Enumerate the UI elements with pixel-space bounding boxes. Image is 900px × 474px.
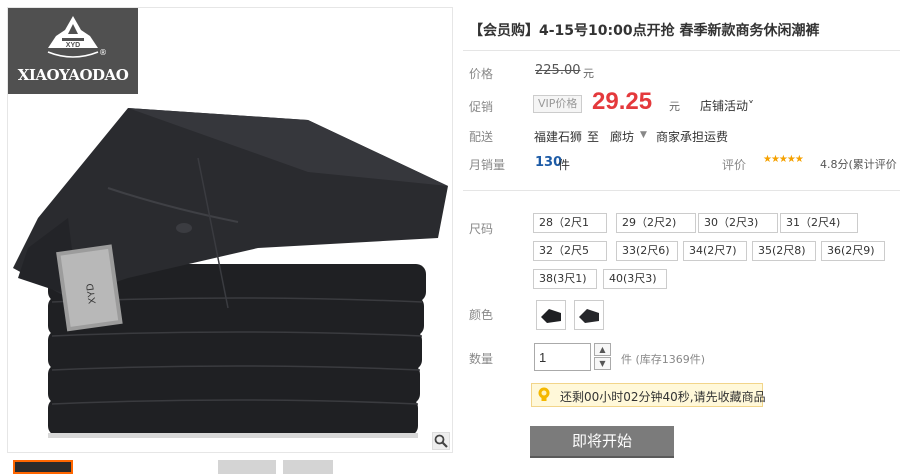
- size-option[interactable]: 34(2尺7): [683, 241, 747, 261]
- ship-destination-select[interactable]: 廊坊: [610, 128, 634, 145]
- monthly-sales-label: 月销量: [469, 158, 506, 172]
- quantity-decrement-button[interactable]: ▼: [594, 357, 611, 370]
- size-label: 尺码: [469, 222, 494, 236]
- info-divider: [463, 190, 900, 191]
- stock-text: 件 (库存1369件): [621, 353, 706, 366]
- size-option[interactable]: 31（2尺4): [780, 213, 858, 233]
- promo-price-unit: 元: [669, 100, 680, 113]
- thumbnail-3[interactable]: [283, 460, 333, 474]
- rating-stars-icon: ★★★★★: [763, 154, 804, 165]
- monthly-sales-unit: 件: [558, 158, 571, 172]
- original-price-unit: 元: [583, 67, 594, 80]
- size-option[interactable]: 38(3尺1): [533, 269, 597, 289]
- lightbulb-icon: [538, 387, 550, 401]
- product-image-panel[interactable]: XYD ® XIAOYAODAO XYD: [7, 7, 453, 453]
- original-price: 225.00: [535, 63, 581, 78]
- size-option[interactable]: 33(2尺6): [616, 241, 678, 261]
- countdown-text: 还剩00小时02分钟40秒,请先收藏商品: [560, 390, 766, 404]
- review-label: 评价: [722, 158, 747, 172]
- title-divider: [463, 50, 900, 51]
- color-swatch-black[interactable]: [536, 300, 566, 330]
- shipping-fee-text: 商家承担运费: [656, 130, 729, 144]
- size-option[interactable]: 29（2尺2): [616, 213, 696, 233]
- rating-score-link[interactable]: 4.8分(累计评价: [820, 156, 897, 172]
- countdown-banner: 还剩00小时02分钟40秒,请先收藏商品: [531, 383, 766, 407]
- size-option[interactable]: 28（2尺1: [533, 213, 607, 233]
- size-option[interactable]: 40(3尺3): [603, 269, 667, 289]
- brand-logo: XYD ® XIAOYAODAO: [8, 8, 138, 94]
- color-label: 颜色: [469, 308, 494, 322]
- size-option[interactable]: 35(2尺8): [752, 241, 816, 261]
- size-option[interactable]: 36(2尺9): [821, 241, 885, 261]
- product-photo-pants: XYD: [13, 108, 448, 438]
- thumbnail-1[interactable]: [13, 460, 73, 474]
- promo-price: 29.25: [592, 88, 653, 115]
- shipping-label: 配送: [469, 130, 494, 144]
- quantity-increment-button[interactable]: ▲: [594, 343, 611, 356]
- coming-soon-button[interactable]: 即将开始: [530, 426, 674, 458]
- brand-mountain-icon: XYD: [47, 16, 99, 58]
- vip-price-tag: VIP价格: [533, 95, 583, 113]
- quantity-input[interactable]: [534, 343, 591, 371]
- price-label: 价格: [469, 67, 494, 81]
- thumbnail-2[interactable]: [218, 460, 276, 474]
- size-option[interactable]: 30（2尺3): [698, 213, 778, 233]
- logo-mark-text: XYD: [66, 42, 80, 49]
- size-option[interactable]: 32（2尺5: [533, 241, 607, 261]
- ship-to-word: 至: [587, 130, 600, 144]
- zoom-icon[interactable]: [432, 432, 450, 450]
- product-title: 【会员购】4-15号10:00点开抢 春季新款商务休闲潮裤: [469, 23, 820, 39]
- registered-mark: ®: [99, 48, 107, 57]
- promo-label: 促销: [469, 100, 494, 114]
- ship-from: 福建石狮: [534, 130, 583, 144]
- brand-logo-text: XIAOYAODAO: [17, 66, 129, 84]
- shop-activity-dropdown[interactable]: 店铺活动˅: [700, 97, 754, 114]
- chevron-down-icon[interactable]: ▼: [640, 130, 647, 140]
- quantity-label: 数量: [469, 352, 494, 366]
- color-swatch-black-2[interactable]: [574, 300, 604, 330]
